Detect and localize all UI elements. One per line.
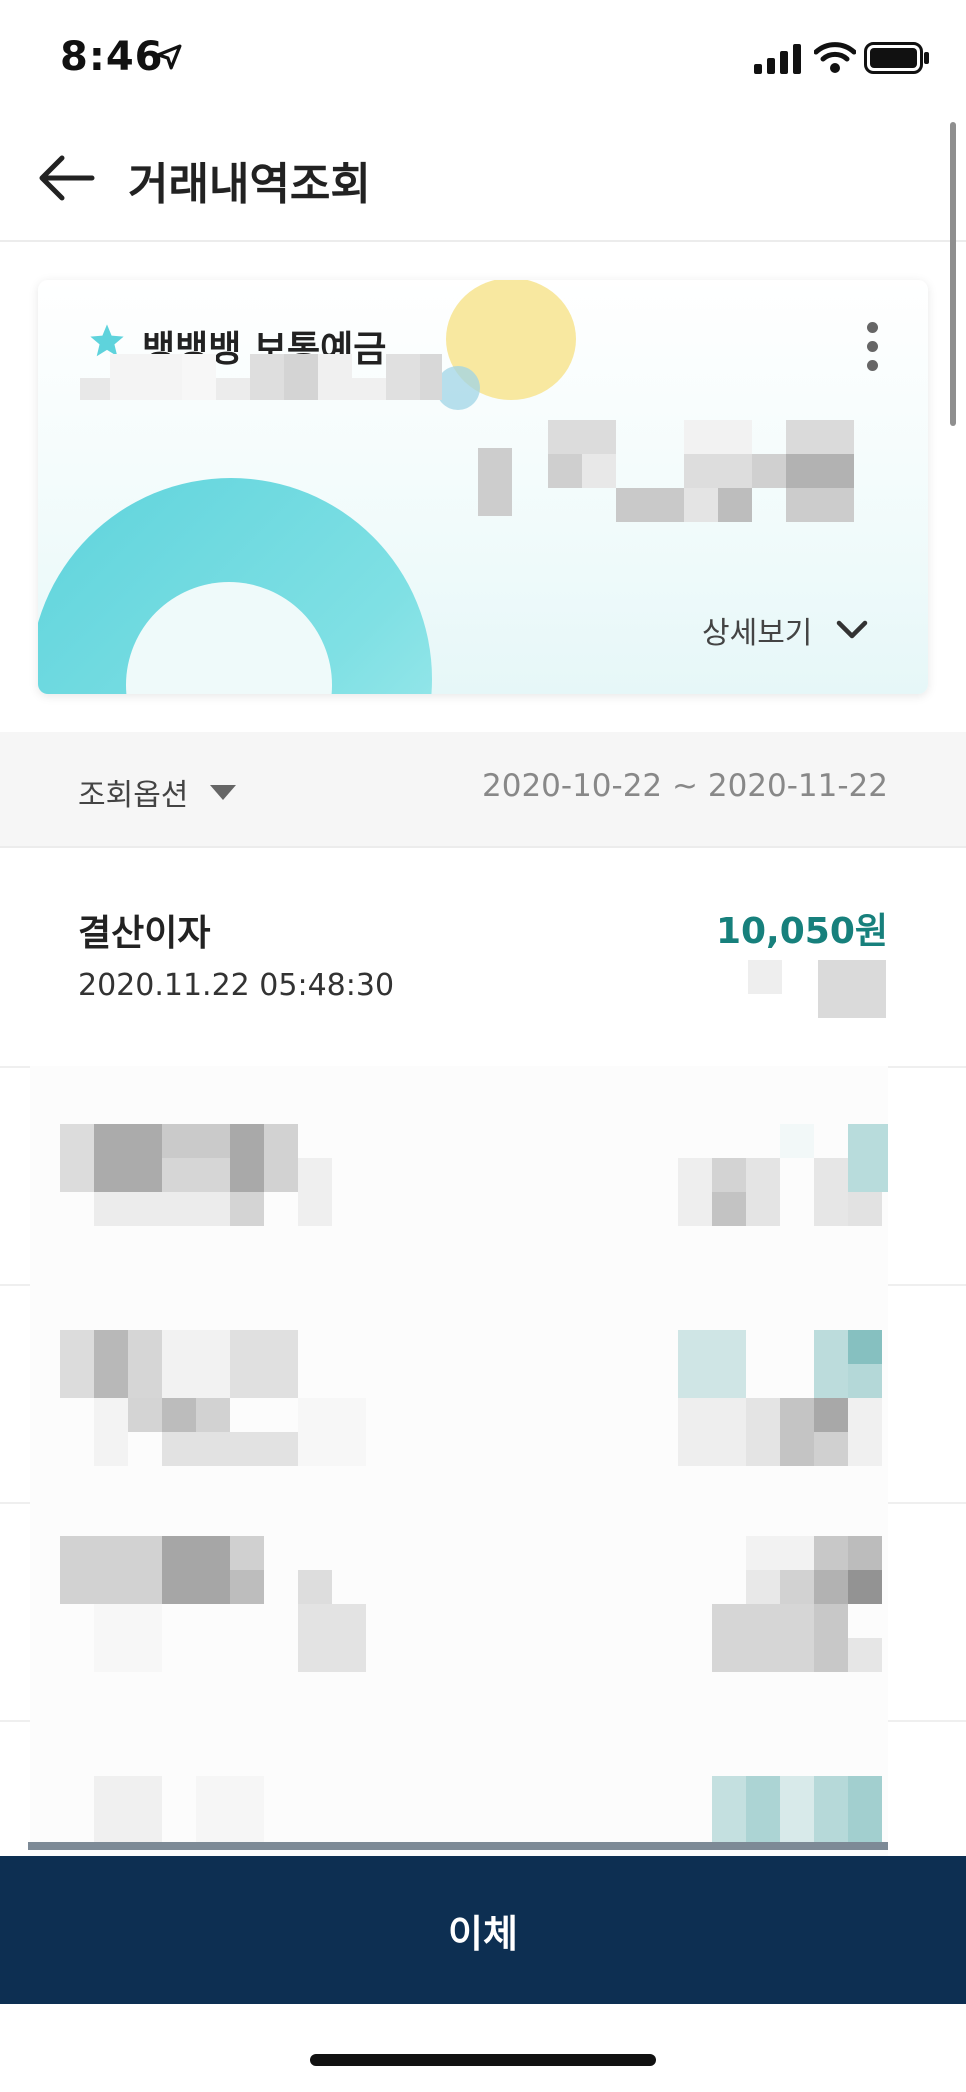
transfer-button-label: 이체 [448,1913,518,1956]
details-label: 상세보기 [702,616,813,651]
masked-balance-after [818,960,886,1018]
transaction-amount: 10,050원 [715,911,888,952]
transaction-title: 결산이자 [78,913,211,954]
transaction-datetime: 2020.11.22 05:48:30 [78,968,395,1003]
battery-icon [864,42,929,74]
wifi-icon [814,42,856,73]
status-bar: 8:46 [0,0,966,118]
transfer-button[interactable]: 이체 [0,1856,966,2004]
details-toggle-button[interactable]: 상세보기 [702,608,868,658]
home-indicator[interactable] [310,2054,656,2066]
card-decoration-dot [436,366,480,410]
app-header: 거래내역조회 [0,118,966,242]
back-arrow-icon[interactable] [34,146,98,210]
caret-down-icon [209,784,236,800]
masked-balance-after [748,960,782,994]
filter-option-dropdown[interactable]: 조회옵션 [78,770,236,814]
location-arrow-icon [156,44,182,70]
scrollbar[interactable] [950,122,956,426]
status-time: 8:46 [60,34,164,80]
cellular-signal-icon [754,44,801,74]
scroll-edge-shadow [28,1842,888,1850]
filter-option-label: 조회옵션 [78,778,189,813]
page-title: 거래내역조회 [128,159,371,210]
account-card[interactable]: 뱅뱅뱅 보통예금 상세보기 [38,280,928,694]
filter-bar: 조회옵션 2020-10-22 ~ 2020-11-22 [0,732,966,848]
date-range[interactable]: 2020-10-22 ~ 2020-11-22 [482,768,888,804]
chevron-down-icon [836,620,867,639]
more-options-icon[interactable] [860,322,884,376]
transaction-row[interactable]: 결산이자 2020.11.22 05:48:30 10,050원 [0,850,966,1068]
